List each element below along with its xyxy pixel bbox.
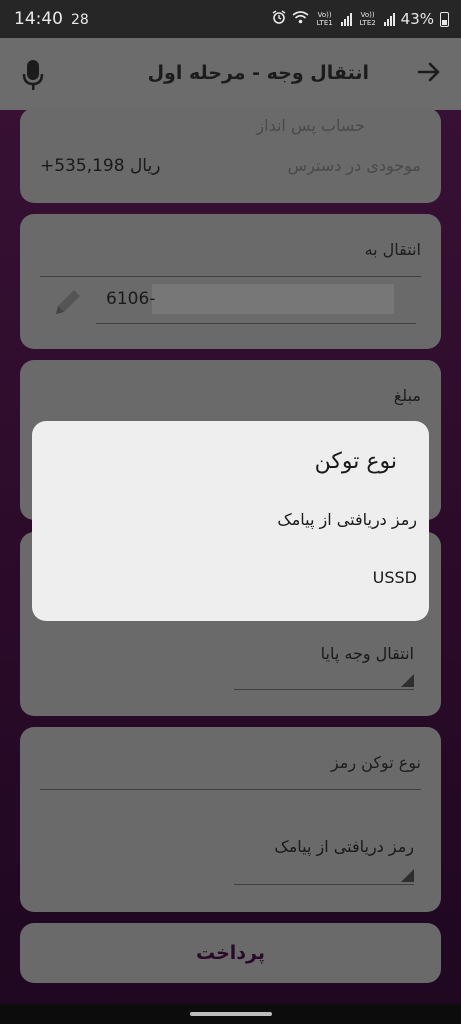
page-title: انتقال وجه - مرحله اول	[147, 62, 369, 84]
app-bar: انتقال وجه - مرحله اول	[0, 38, 461, 110]
token-card: نوع توکن رمز رمز دریافتی از پیامک	[20, 727, 441, 912]
token-value: رمز دریافتی از پیامک	[274, 837, 414, 856]
transfer-to-value: 6106-	[106, 289, 156, 309]
transfer-to-card: انتقال به 6106-	[20, 214, 441, 349]
transfer-type-value: انتقال وجه پایا	[320, 644, 414, 663]
redacted-block	[152, 284, 394, 314]
lte2-label: Vo)) LTE2	[359, 11, 376, 27]
status-extra: 28	[71, 12, 89, 28]
status-bar: 14:40 28 Vo)) LTE1 Vo)) LTE2 43%	[0, 0, 461, 38]
pay-button[interactable]: پرداخت	[20, 923, 441, 983]
transfer-type-select[interactable]: انتقال وجه پایا	[234, 636, 414, 690]
pay-button-label: پرداخت	[195, 942, 266, 964]
account-card: حساب پس انداز موجودی در دسترس +535,198 ر…	[20, 108, 441, 203]
battery-percent: 43%	[400, 10, 434, 28]
dialog-title: نوع توکن	[314, 449, 397, 474]
pencil-icon[interactable]	[50, 286, 84, 324]
home-indicator[interactable]	[190, 1012, 272, 1016]
battery-icon	[440, 11, 449, 27]
signal-icon	[340, 12, 352, 26]
back-arrow-icon[interactable]	[417, 60, 441, 88]
signal-2-icon	[383, 12, 395, 26]
amount-label: مبلغ	[393, 386, 421, 405]
dropdown-arrow-icon	[401, 869, 414, 882]
dropdown-arrow-icon	[401, 674, 414, 687]
microphone-icon[interactable]	[20, 54, 46, 94]
token-select[interactable]: رمز دریافتی از پیامک	[234, 827, 414, 885]
divider	[40, 789, 421, 790]
transfer-to-input[interactable]: 6106-	[96, 282, 416, 324]
screen: 14:40 28 Vo)) LTE1 Vo)) LTE2 43% انتقال …	[0, 0, 461, 1024]
balance-label: موجودی در دسترس	[287, 156, 421, 175]
wifi-icon	[292, 10, 309, 28]
transfer-to-label: انتقال به	[364, 240, 421, 259]
divider	[40, 276, 421, 277]
lte1-label: Vo)) LTE1	[316, 11, 333, 27]
balance-value: +535,198 ریال	[40, 156, 161, 176]
account-name: حساب پس انداز	[256, 116, 365, 135]
alarm-icon	[272, 10, 286, 28]
dialog-option-sms[interactable]: رمز دریافتی از پیامک	[277, 510, 417, 529]
status-time: 14:40	[14, 9, 63, 29]
token-type-dialog: نوع توکن رمز دریافتی از پیامک USSD	[32, 421, 429, 621]
token-label: نوع توکن رمز	[330, 753, 421, 772]
dialog-option-ussd[interactable]: USSD	[373, 568, 417, 587]
